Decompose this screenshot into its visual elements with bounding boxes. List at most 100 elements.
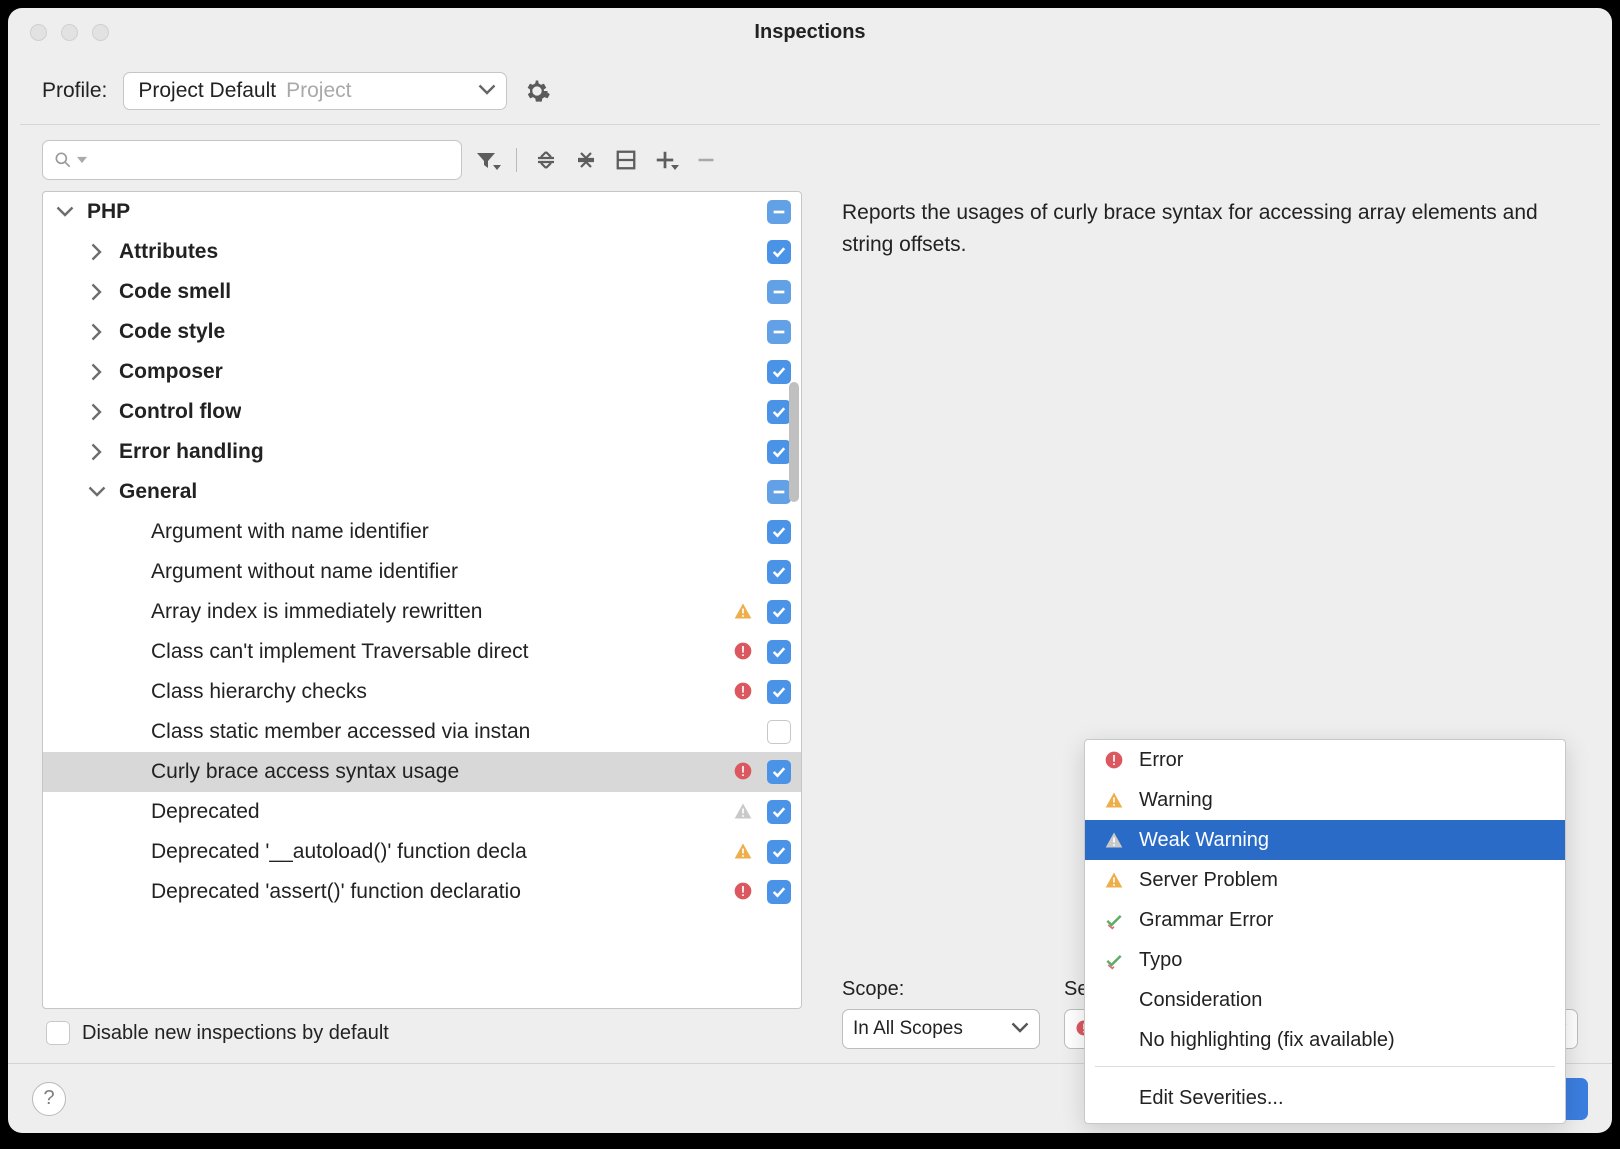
- search-input[interactable]: [42, 140, 462, 180]
- checkbox[interactable]: [767, 240, 791, 264]
- severity-option[interactable]: Warning: [1085, 780, 1565, 820]
- chevron-down-icon: [55, 202, 75, 222]
- severity-option[interactable]: Error: [1085, 740, 1565, 780]
- help-button[interactable]: ?: [32, 1082, 66, 1116]
- grammar-icon: [1103, 949, 1125, 971]
- checkbox[interactable]: [767, 800, 791, 824]
- checkbox[interactable]: [767, 480, 791, 504]
- tree-leaf-label: Argument with name identifier: [151, 520, 429, 544]
- tree-leaf[interactable]: Deprecated '__autoload()' function decla: [43, 832, 801, 872]
- tree-label: Control flow: [119, 400, 241, 424]
- error-icon: [733, 681, 755, 703]
- chevron-down-icon: [87, 482, 107, 502]
- profile-scope-suffix: Project: [286, 79, 468, 103]
- severity-option-label: Weak Warning: [1139, 829, 1269, 852]
- tree-leaf[interactable]: Argument without name identifier: [43, 552, 801, 592]
- tree-leaf[interactable]: Curly brace access syntax usage: [43, 752, 801, 792]
- severity-option[interactable]: Server Problem: [1085, 860, 1565, 900]
- profile-label: Profile:: [42, 79, 107, 103]
- severity-option[interactable]: Typo: [1085, 940, 1565, 980]
- checkbox[interactable]: [767, 400, 791, 424]
- disable-new-inspections-checkbox[interactable]: [46, 1021, 70, 1045]
- checkbox[interactable]: [767, 280, 791, 304]
- close-icon[interactable]: [30, 24, 47, 41]
- severity-option[interactable]: Consideration: [1085, 980, 1565, 1020]
- tree-node-group[interactable]: Error handling: [43, 432, 801, 472]
- checkbox[interactable]: [767, 760, 791, 784]
- checkbox[interactable]: [767, 200, 791, 224]
- checkbox[interactable]: [767, 640, 791, 664]
- tree-leaf[interactable]: Class static member accessed via instan: [43, 712, 801, 752]
- separator: [516, 148, 517, 172]
- remove-button[interactable]: [691, 145, 721, 175]
- disable-new-inspections-label: Disable new inspections by default: [82, 1022, 389, 1045]
- profile-gear-button[interactable]: [523, 77, 551, 105]
- severity-option[interactable]: Weak Warning: [1085, 820, 1565, 860]
- checkbox[interactable]: [767, 600, 791, 624]
- severity-option-label: Consideration: [1139, 989, 1262, 1012]
- tree-leaf[interactable]: Class hierarchy checks: [43, 672, 801, 712]
- divider: [20, 124, 1600, 125]
- chevron-right-icon: [87, 242, 107, 262]
- zoom-icon[interactable]: [92, 24, 109, 41]
- warning-icon: [733, 841, 755, 863]
- tree-leaf[interactable]: Class can't implement Traversable direct: [43, 632, 801, 672]
- checkbox[interactable]: [767, 560, 791, 584]
- checkbox[interactable]: [767, 680, 791, 704]
- tree-node-php[interactable]: PHP: [43, 192, 801, 232]
- severity-option[interactable]: Grammar Error: [1085, 900, 1565, 940]
- tree-leaf[interactable]: Deprecated 'assert()' function declarati…: [43, 872, 801, 912]
- tree-leaf[interactable]: Deprecated: [43, 792, 801, 832]
- separator: [1095, 1066, 1555, 1067]
- expand-all-button[interactable]: [531, 145, 561, 175]
- add-button[interactable]: [651, 145, 681, 175]
- inspections-tree[interactable]: PHP Attributes Code smell Code style Compose…: [42, 191, 802, 1009]
- tree-leaf-label: Curly brace access syntax usage: [151, 760, 459, 784]
- scope-selector[interactable]: In All Scopes: [842, 1009, 1040, 1049]
- warning-icon: [733, 601, 755, 623]
- checkbox[interactable]: [767, 520, 791, 544]
- severity-option-label: Typo: [1139, 949, 1182, 972]
- tree-label: General: [119, 480, 197, 504]
- checkbox[interactable]: [767, 360, 791, 384]
- tree-node-group[interactable]: Code smell: [43, 272, 801, 312]
- tree-label: PHP: [87, 200, 130, 224]
- tree-node-general[interactable]: General: [43, 472, 801, 512]
- collapse-all-button[interactable]: [571, 145, 601, 175]
- tree-node-group[interactable]: Attributes: [43, 232, 801, 272]
- scrollbar-thumb[interactable]: [789, 382, 799, 502]
- tree-leaf-label: Array index is immediately rewritten: [151, 600, 482, 624]
- checkbox[interactable]: [767, 720, 791, 744]
- tree-label: Attributes: [119, 240, 218, 264]
- severity-option-label: Error: [1139, 749, 1183, 772]
- checkbox[interactable]: [767, 320, 791, 344]
- tree-node-group[interactable]: Control flow: [43, 392, 801, 432]
- checkbox[interactable]: [767, 440, 791, 464]
- chevron-right-icon: [87, 402, 107, 422]
- search-options-icon: [77, 155, 87, 165]
- profile-value: Project Default: [138, 79, 276, 103]
- severity-option-label: No highlighting (fix available): [1139, 1029, 1395, 1052]
- tree-leaf-label: Deprecated 'assert()' function declarati…: [151, 880, 521, 904]
- weak-icon: [1103, 829, 1125, 851]
- severity-option[interactable]: No highlighting (fix available): [1085, 1020, 1565, 1060]
- tree-leaf-label: Deprecated '__autoload()' function decla: [151, 840, 527, 864]
- tree-node-group[interactable]: Composer: [43, 352, 801, 392]
- tree-node-group[interactable]: Code style: [43, 312, 801, 352]
- filter-button[interactable]: [472, 145, 502, 175]
- minimize-icon[interactable]: [61, 24, 78, 41]
- tree-label: Code style: [119, 320, 225, 344]
- checkbox[interactable]: [767, 880, 791, 904]
- reset-button[interactable]: [611, 145, 641, 175]
- chevron-right-icon: [87, 362, 107, 382]
- edit-severities-option[interactable]: Edit Severities...: [1085, 1073, 1565, 1123]
- scope-value: In All Scopes: [853, 1018, 963, 1040]
- error-icon: [733, 881, 755, 903]
- profile-selector[interactable]: Project Default Project: [123, 72, 507, 110]
- window-controls: [30, 24, 109, 41]
- search-field[interactable]: [91, 150, 451, 171]
- edit-severities-label: Edit Severities...: [1139, 1087, 1284, 1110]
- checkbox[interactable]: [767, 840, 791, 864]
- tree-leaf[interactable]: Array index is immediately rewritten: [43, 592, 801, 632]
- tree-leaf[interactable]: Argument with name identifier: [43, 512, 801, 552]
